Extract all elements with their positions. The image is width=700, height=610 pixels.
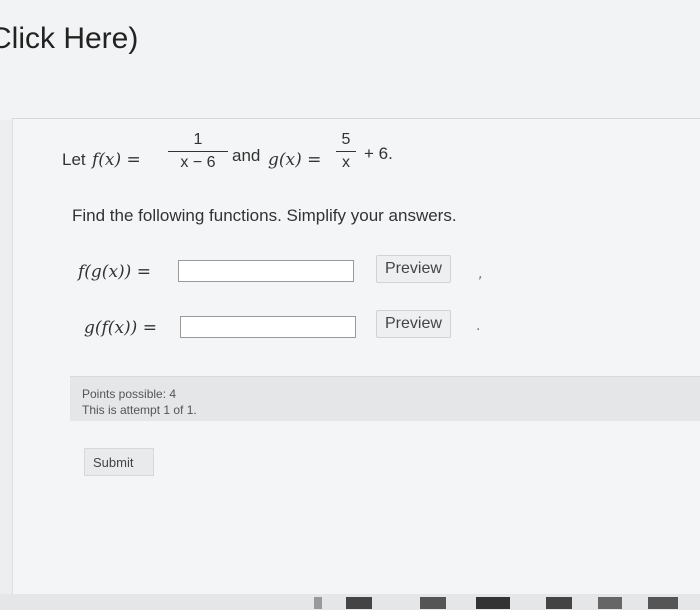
gof-preview-button[interactable]: Preview xyxy=(376,310,451,338)
taskbar-icon-4[interactable] xyxy=(476,597,510,609)
let-text: Let xyxy=(62,150,86,169)
f-definition: f(x) = xyxy=(92,150,141,170)
click-here-link[interactable]: Click Here) xyxy=(0,22,138,56)
g-definition: g(x) = xyxy=(268,150,322,170)
fog-answer-input[interactable] xyxy=(178,260,354,282)
header-band xyxy=(0,0,700,120)
problem-statement: Let f(x) = 1 x − 6 and g(x) = 5 x + 6. xyxy=(62,131,482,190)
instruction-text: Find the following functions. Simplify y… xyxy=(72,206,457,225)
points-panel: Points possible: 4 This is attempt 1 of … xyxy=(70,376,700,421)
gof-status-mark: . xyxy=(476,318,481,334)
f-fraction-bar xyxy=(168,151,228,152)
taskbar xyxy=(0,594,700,610)
taskbar-icon-3[interactable] xyxy=(420,597,446,609)
taskbar-icon-1[interactable] xyxy=(314,597,322,609)
taskbar-icon-6[interactable] xyxy=(598,597,622,609)
g-tail: + 6. xyxy=(364,144,393,163)
fog-preview-button[interactable]: Preview xyxy=(376,255,451,283)
g-fraction: 5 x xyxy=(336,131,356,172)
taskbar-icon-2[interactable] xyxy=(346,597,372,609)
f-numerator: 1 xyxy=(193,131,203,148)
taskbar-icon-5[interactable] xyxy=(546,597,572,609)
gof-answer-input[interactable] xyxy=(180,316,356,338)
f-fraction: 1 x − 6 xyxy=(168,131,228,172)
gof-label: g(f(x)) = xyxy=(84,318,157,338)
g-fraction-bar xyxy=(336,151,356,152)
fog-status-mark: , xyxy=(478,266,483,282)
attempt-text: This is attempt 1 of 1. xyxy=(82,403,197,417)
g-denominator: x xyxy=(342,154,350,171)
submit-button[interactable]: Submit xyxy=(84,448,154,476)
points-possible-text: Points possible: 4 xyxy=(82,387,177,401)
taskbar-icon-7[interactable] xyxy=(648,597,678,609)
g-numerator: 5 xyxy=(341,131,351,148)
question-card xyxy=(12,118,700,599)
and-text: and xyxy=(232,146,261,165)
f-denominator: x − 6 xyxy=(180,154,216,171)
fog-label: f(g(x)) = xyxy=(78,262,151,282)
